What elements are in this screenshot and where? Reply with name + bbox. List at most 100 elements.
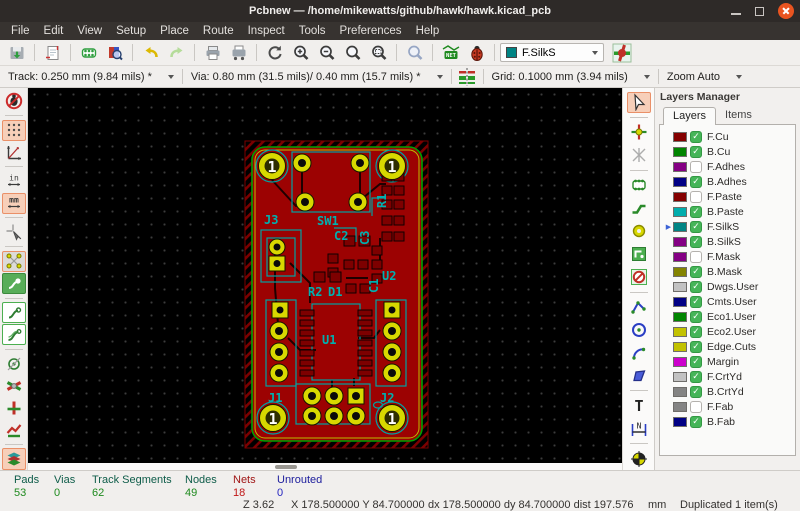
layer-row[interactable]: ✓ F.Cu: [662, 129, 795, 144]
layer-color-swatch[interactable]: [673, 341, 687, 352]
layer-row[interactable]: ▶ ✓ F.SilkS: [662, 219, 795, 234]
track-outline-button[interactable]: [2, 375, 26, 396]
tab-items[interactable]: Items: [716, 107, 761, 125]
tab-layers[interactable]: Layers: [663, 107, 717, 125]
high-contrast-button[interactable]: [1, 448, 26, 470]
layer-row[interactable]: F.Fab: [662, 399, 795, 414]
draw-polygon-button[interactable]: [627, 365, 651, 387]
layer-visibility-checkbox[interactable]: ✓: [690, 145, 702, 158]
layer-row[interactable]: ✓ Edge.Cuts: [662, 339, 795, 354]
layer-color-swatch[interactable]: [673, 206, 687, 217]
draw-arc-button[interactable]: [627, 342, 651, 364]
layer-row[interactable]: ✓ Eco2.User: [662, 324, 795, 339]
layer-color-swatch[interactable]: [673, 221, 687, 232]
layer-row[interactable]: ✓ B.Fab: [662, 414, 795, 429]
layer-color-swatch[interactable]: [673, 266, 687, 277]
print-button[interactable]: [200, 42, 225, 64]
via-outline-button[interactable]: [2, 353, 26, 374]
menu-inspect[interactable]: Inspect: [241, 25, 292, 37]
zoom-select[interactable]: Zoom Auto: [659, 66, 750, 87]
menu-help[interactable]: Help: [409, 25, 447, 37]
layer-row[interactable]: ✓ B.CrtYd: [662, 384, 795, 399]
layer-visibility-checkbox[interactable]: [690, 400, 702, 413]
layer-visibility-checkbox[interactable]: ✓: [690, 310, 702, 323]
layer-row[interactable]: ✓ Margin: [662, 354, 795, 369]
add-text-button[interactable]: T: [627, 395, 651, 417]
plot-button[interactable]: [226, 42, 251, 64]
units-mm-button[interactable]: mm: [1, 192, 26, 214]
layer-color-swatch[interactable]: [673, 146, 687, 157]
redo-button[interactable]: [164, 42, 189, 64]
layer-visibility-checkbox[interactable]: ✓: [690, 130, 702, 143]
drc-off-button[interactable]: [2, 91, 26, 112]
local-ratsnest-button[interactable]: [627, 144, 651, 166]
horizontal-scrollbar[interactable]: [28, 463, 622, 470]
layer-color-swatch[interactable]: [673, 326, 687, 337]
library-browser-button[interactable]: [102, 42, 127, 64]
find-button[interactable]: [402, 42, 427, 64]
zone-display-filled-button[interactable]: [1, 302, 26, 324]
zoom-in-button[interactable]: [288, 42, 313, 64]
menu-view[interactable]: View: [70, 25, 109, 37]
menu-edit[interactable]: Edit: [37, 25, 71, 37]
layer-color-swatch[interactable]: [673, 176, 687, 187]
drc-button[interactable]: [464, 42, 489, 64]
layer-visibility-checkbox[interactable]: ✓: [690, 265, 702, 278]
layer-row[interactable]: ✓ B.Adhes: [662, 174, 795, 189]
zoom-out-button[interactable]: [314, 42, 339, 64]
highlight-net-button[interactable]: [627, 121, 651, 143]
track-width-select[interactable]: Track: 0.250 mm (9.84 mils) *: [0, 66, 182, 87]
layer-visibility-checkbox[interactable]: ✓: [690, 175, 702, 188]
zoom-fit-button[interactable]: [340, 42, 365, 64]
layer-color-swatch[interactable]: [673, 416, 687, 427]
layer-visibility-checkbox[interactable]: ✓: [690, 280, 702, 293]
menu-route[interactable]: Route: [196, 25, 241, 37]
page-settings-button[interactable]: [40, 42, 65, 64]
curved-ratsnest-button[interactable]: [1, 272, 26, 295]
draw-line-button[interactable]: [627, 296, 651, 318]
polar-coordinates-button[interactable]: [2, 142, 26, 163]
netlist-button[interactable]: NET: [438, 42, 463, 64]
zoom-selection-button[interactable]: [366, 42, 391, 64]
layer-row[interactable]: ✓ Eco1.User: [662, 309, 795, 324]
layer-color-swatch[interactable]: [673, 311, 687, 322]
drill-origin-button[interactable]: [627, 448, 651, 470]
menu-setup[interactable]: Setup: [109, 25, 153, 37]
menu-tools[interactable]: Tools: [292, 25, 333, 37]
layer-visibility-checkbox[interactable]: ✓: [690, 205, 702, 218]
undo-button[interactable]: [138, 42, 163, 64]
auto-track-width-button[interactable]: [455, 66, 480, 88]
zone-display-outline-button[interactable]: [1, 324, 26, 346]
layer-color-swatch[interactable]: [673, 191, 687, 202]
layer-visibility-checkbox[interactable]: [690, 250, 702, 263]
add-via-button[interactable]: [627, 220, 651, 242]
draw-circle-button[interactable]: [627, 319, 651, 341]
layer-row[interactable]: F.Paste: [662, 189, 795, 204]
via-size-select[interactable]: Via: 0.80 mm (31.5 mils)/ 0.40 mm (15.7 …: [183, 66, 451, 87]
layer-row[interactable]: ✓ B.Paste: [662, 204, 795, 219]
menu-preferences[interactable]: Preferences: [333, 25, 409, 37]
layer-row[interactable]: ✓ Dwgs.User: [662, 279, 795, 294]
layer-color-swatch[interactable]: [673, 236, 687, 247]
layer-visibility-checkbox[interactable]: ✓: [690, 295, 702, 308]
add-footprint-button[interactable]: [627, 174, 651, 196]
layer-row[interactable]: ✓ F.CrtYd: [662, 369, 795, 384]
layer-color-swatch[interactable]: [673, 131, 687, 142]
close-button[interactable]: [778, 3, 794, 19]
pad-outline-button[interactable]: [2, 397, 26, 418]
save-button[interactable]: [4, 42, 29, 64]
minimize-button[interactable]: [731, 13, 741, 15]
layer-color-swatch[interactable]: [673, 161, 687, 172]
layer-visibility-checkbox[interactable]: ✓: [690, 220, 702, 233]
layer-visibility-checkbox[interactable]: ✓: [690, 355, 702, 368]
horizontal-scrollbar-thumb[interactable]: [275, 464, 297, 469]
zone-outline-display-button[interactable]: [2, 419, 26, 440]
layer-row[interactable]: ✓ B.SilkS: [662, 234, 795, 249]
layer-color-swatch[interactable]: [673, 251, 687, 262]
add-keepout-button[interactable]: [627, 266, 651, 288]
layer-visibility-checkbox[interactable]: [690, 160, 702, 173]
layer-visibility-checkbox[interactable]: ✓: [690, 415, 702, 428]
layer-visibility-checkbox[interactable]: [690, 190, 702, 203]
layer-color-swatch[interactable]: [673, 371, 687, 382]
pcb-canvas[interactable]: 1 1 1 1 J3 SW1 C2 C3 R1 R2 D1 U2 C1 U1 J…: [28, 88, 622, 463]
